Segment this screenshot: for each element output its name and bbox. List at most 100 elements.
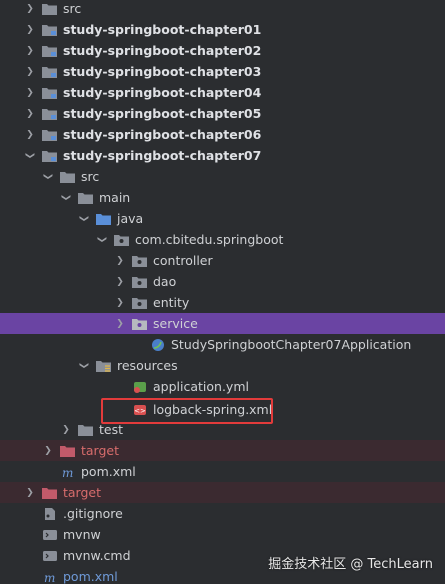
chevron-right-icon[interactable]: ❯ — [24, 61, 36, 82]
chevron-right-icon[interactable]: ❯ — [42, 440, 54, 461]
tree-row-label: study-springboot-chapter03 — [63, 64, 262, 79]
tree-row-label: service — [153, 316, 198, 331]
project-tree: ❯ src ❯ study-springboot-chapter01 ❯ stu… — [0, 0, 445, 584]
tree-row-label: mvnw.cmd — [63, 548, 131, 563]
chevron-right-icon[interactable]: ❯ — [24, 19, 36, 40]
module-folder-icon — [42, 107, 57, 120]
tree-row-yml[interactable]: application.yml — [0, 376, 445, 397]
chevron-right-icon[interactable]: ❯ — [24, 40, 36, 61]
tree-row-label: java — [117, 211, 144, 226]
tree-row-label: study-springboot-chapter06 — [63, 127, 262, 142]
chevron-right-icon[interactable]: ❯ — [114, 271, 126, 292]
tree-row-package[interactable]: ❯ com.cbitedu.springboot — [0, 229, 445, 250]
folder-icon — [78, 191, 93, 204]
tree-row-module[interactable]: ❯ study-springboot-chapter02 — [0, 40, 445, 61]
module-folder-icon — [42, 128, 57, 141]
tree-row-target[interactable]: ❯ target — [0, 482, 445, 503]
tree-row-label: com.cbitedu.springboot — [135, 232, 284, 247]
tree-row-label: controller — [153, 253, 213, 268]
maven-icon: m — [42, 570, 57, 583]
chevron-down-icon[interactable]: ❯ — [20, 150, 41, 162]
chevron-right-icon[interactable]: ❯ — [114, 313, 126, 334]
chevron-right-icon[interactable]: ❯ — [24, 82, 36, 103]
tree-row-mvnw[interactable]: mvnw — [0, 524, 445, 545]
chevron-down-icon[interactable]: ❯ — [74, 213, 95, 225]
tree-row-label: study-springboot-chapter05 — [63, 106, 262, 121]
folder-icon — [60, 170, 75, 183]
chevron-down-icon[interactable]: ❯ — [56, 192, 77, 204]
excluded-folder-icon — [60, 444, 75, 457]
tree-row-label: src — [81, 169, 100, 184]
tree-row-package[interactable]: ❯ controller — [0, 250, 445, 271]
tree-row-java[interactable]: ❯ java — [0, 208, 445, 229]
tree-row-module[interactable]: ❯ study-springboot-chapter03 — [0, 61, 445, 82]
tree-row-label: pom.xml — [63, 569, 118, 584]
tree-row-gitignore[interactable]: .gitignore — [0, 503, 445, 524]
script-file-icon — [42, 528, 57, 541]
tree-row-package[interactable]: ❯ dao — [0, 271, 445, 292]
chevron-right-icon[interactable]: ❯ — [24, 103, 36, 124]
chevron-down-icon[interactable]: ❯ — [92, 234, 113, 246]
tree-row-main[interactable]: ❯ main — [0, 187, 445, 208]
tree-row-src[interactable]: ❯ src — [0, 166, 445, 187]
tree-row-label: StudySpringbootChapter07Application — [171, 337, 412, 352]
tree-row-target[interactable]: ❯ target — [0, 440, 445, 461]
tree-row-label: target — [63, 485, 102, 500]
highlight-box — [101, 398, 273, 424]
folder-icon — [42, 2, 57, 15]
chevron-right-icon[interactable]: ❯ — [114, 292, 126, 313]
spring-class-icon — [150, 338, 165, 351]
package-icon — [132, 296, 147, 309]
tree-row-label: src — [63, 1, 82, 16]
module-folder-icon — [42, 23, 57, 36]
resources-folder-icon — [96, 359, 111, 372]
tree-row-package[interactable]: ❯ entity — [0, 292, 445, 313]
tree-row-label: study-springboot-chapter04 — [63, 85, 262, 100]
tree-row-label: study-springboot-chapter07 — [63, 148, 262, 163]
tree-row-label: .gitignore — [63, 506, 123, 521]
module-folder-icon — [42, 149, 57, 162]
chevron-right-icon[interactable]: ❯ — [24, 0, 36, 19]
tree-row-module[interactable]: ❯ study-springboot-chapter07 — [0, 145, 445, 166]
tree-row-label: test — [99, 422, 124, 437]
chevron-right-icon[interactable]: ❯ — [24, 482, 36, 503]
tree-row-module[interactable]: ❯ study-springboot-chapter06 — [0, 124, 445, 145]
tree-row-src[interactable]: ❯ src — [0, 0, 445, 19]
package-icon — [114, 233, 129, 246]
chevron-right-icon[interactable]: ❯ — [60, 419, 72, 440]
tree-row-resources[interactable]: ❯ resources — [0, 355, 445, 376]
tree-row-label: pom.xml — [81, 464, 136, 479]
tree-row-pom[interactable]: m pom.xml — [0, 461, 445, 482]
module-folder-icon — [42, 65, 57, 78]
tree-row-module[interactable]: ❯ study-springboot-chapter05 — [0, 103, 445, 124]
svg-text:m: m — [62, 466, 73, 478]
source-folder-icon — [96, 212, 111, 225]
module-folder-icon — [42, 86, 57, 99]
tree-row-module[interactable]: ❯ study-springboot-chapter04 — [0, 82, 445, 103]
chevron-down-icon[interactable]: ❯ — [38, 171, 59, 183]
tree-row-class[interactable]: StudySpringbootChapter07Application — [0, 334, 445, 355]
tree-row-label: target — [81, 443, 120, 458]
tree-row-label: study-springboot-chapter01 — [63, 22, 262, 37]
watermark: 掘金技术社区 @ TechLearn — [268, 557, 433, 572]
package-icon — [132, 254, 147, 267]
chevron-right-icon[interactable]: ❯ — [24, 124, 36, 145]
folder-icon — [78, 423, 93, 436]
script-file-icon — [42, 549, 57, 562]
maven-icon: m — [60, 465, 75, 478]
gitignore-icon — [42, 507, 57, 520]
tree-row-label: resources — [117, 358, 178, 373]
tree-row-package-selected[interactable]: ❯ service — [0, 313, 445, 334]
tree-row-label: mvnw — [63, 527, 101, 542]
package-icon — [132, 317, 147, 330]
chevron-right-icon[interactable]: ❯ — [114, 250, 126, 271]
package-icon — [132, 275, 147, 288]
tree-row-module[interactable]: ❯ study-springboot-chapter01 — [0, 19, 445, 40]
module-folder-icon — [42, 44, 57, 57]
chevron-down-icon[interactable]: ❯ — [74, 360, 95, 372]
